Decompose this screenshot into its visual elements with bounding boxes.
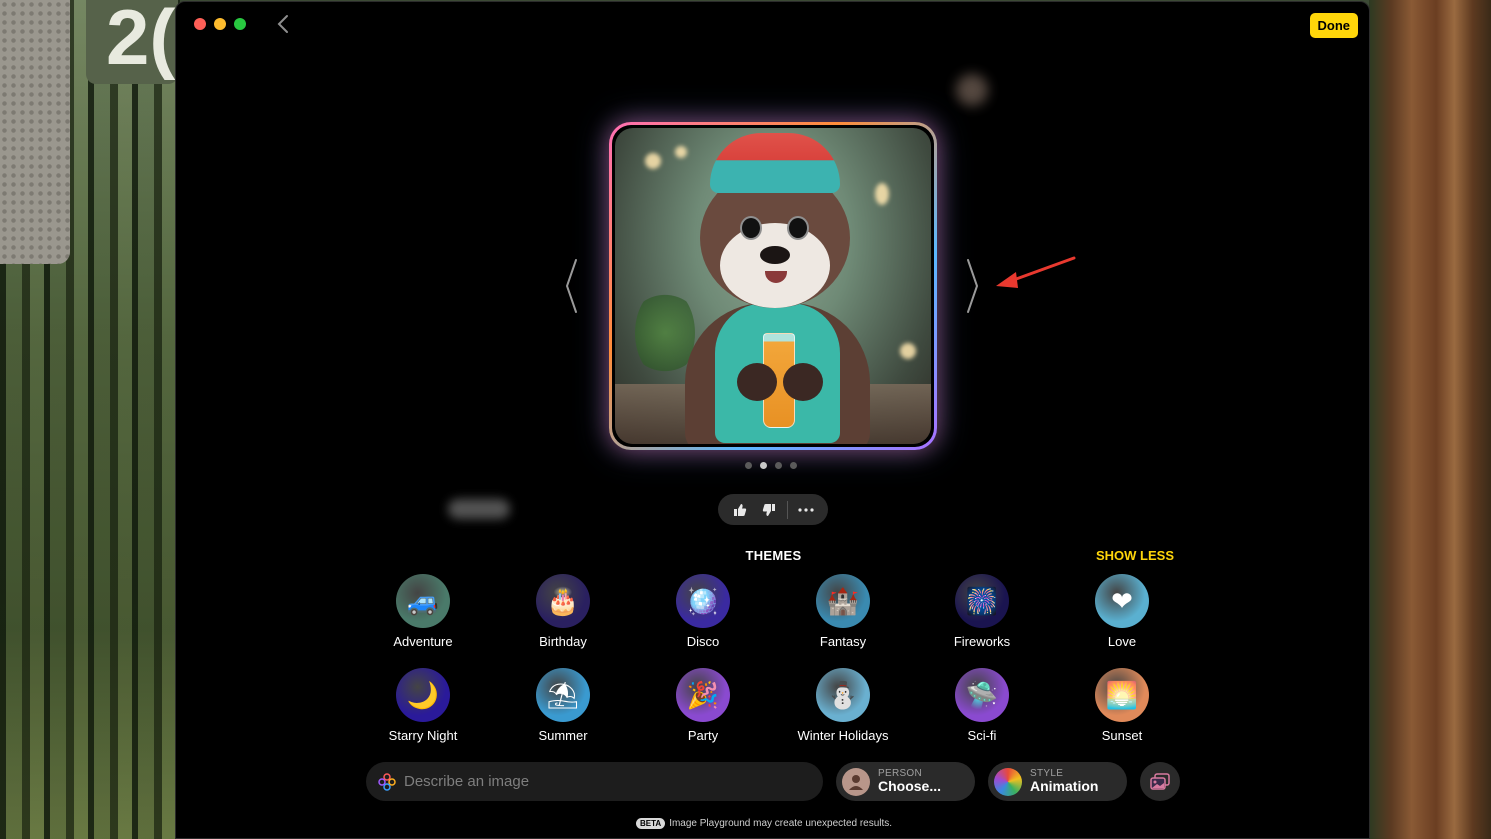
window-controls [194, 18, 246, 30]
theme-disco[interactable]: 🪩 Disco [648, 574, 758, 649]
ellipsis-icon [798, 507, 814, 512]
castle-icon: 🏰 [816, 574, 870, 628]
theme-starry-night[interactable]: 🌙 Starry Night [368, 668, 478, 743]
maximize-window-button[interactable] [234, 18, 246, 30]
themes-heading: THEMES [745, 548, 802, 563]
style-palette-icon [994, 767, 1022, 796]
theme-birthday[interactable]: 🎂 Birthday [508, 574, 618, 649]
blurred-background-element [956, 74, 988, 106]
disco-ball-icon: 🪩 [676, 574, 730, 628]
desktop-widget-photo [0, 0, 70, 264]
theme-label: Fantasy [819, 634, 867, 649]
theme-summer[interactable]: ⛱ Summer [508, 668, 618, 743]
theme-label: Fireworks [953, 634, 1011, 649]
done-button[interactable]: Done [1309, 13, 1358, 38]
person-avatar-icon [842, 767, 870, 796]
bokeh-light [675, 146, 687, 158]
thumbs-up-button[interactable] [726, 496, 754, 524]
theme-label: Starry Night [388, 728, 458, 743]
theme-label: Adventure [393, 634, 453, 649]
close-window-button[interactable] [194, 18, 206, 30]
forest-right [1369, 0, 1491, 839]
theme-label: Birthday [539, 634, 587, 649]
more-options-button[interactable] [792, 496, 820, 524]
blurred-background-element [448, 499, 510, 519]
theme-love[interactable]: ❤ Love [1067, 574, 1177, 649]
style-value: Animation [1030, 778, 1099, 795]
page-dot[interactable] [745, 462, 752, 469]
playground-sparkle-icon [378, 772, 396, 791]
back-button[interactable] [273, 14, 293, 36]
thumbs-down-icon [762, 503, 775, 516]
generated-image [615, 128, 931, 444]
bokeh-light [645, 153, 661, 169]
otter-eye [740, 216, 762, 240]
theme-sci-fi[interactable]: 🛸 Sci-fi [927, 668, 1037, 743]
generated-image-frame[interactable] [609, 122, 937, 450]
moon-stars-icon: 🌙 [396, 668, 450, 722]
bokeh-light [900, 343, 916, 359]
minimize-window-button[interactable] [214, 18, 226, 30]
theme-party[interactable]: 🎉 Party [648, 668, 758, 743]
chevron-left-icon [277, 15, 288, 33]
fireworks-icon: 🎆 [955, 574, 1009, 628]
thumbs-down-button[interactable] [754, 496, 782, 524]
add-image-button[interactable] [1140, 762, 1180, 801]
snowman-icon: ⛄ [816, 668, 870, 722]
otter-eye [787, 216, 809, 240]
theme-adventure[interactable]: 🚙 Adventure [368, 574, 478, 649]
annotation-arrow-icon [996, 256, 1076, 288]
otter-face [720, 223, 830, 308]
cake-icon: 🎂 [536, 574, 590, 628]
otter-nose [760, 246, 790, 264]
theme-label: Sci-fi [967, 728, 997, 743]
thumbs-up-icon [734, 503, 747, 516]
theme-label: Summer [538, 728, 588, 743]
beanie-hat [710, 133, 840, 193]
bokeh-light [875, 183, 889, 205]
disclaimer: BETA Image Playground may create unexpec… [636, 818, 892, 829]
page-indicator [745, 462, 797, 469]
theme-label: Disco [686, 634, 720, 649]
theme-fantasy[interactable]: 🏰 Fantasy [788, 574, 898, 649]
person-value: Choose... [878, 778, 942, 795]
jeep-icon: 🚙 [396, 574, 450, 628]
describe-image-field[interactable] [366, 762, 823, 801]
theme-label: Sunset [1101, 728, 1143, 743]
theme-label: Party [687, 728, 719, 743]
otter-paw [783, 363, 823, 401]
theme-label: Winter Holidays [797, 728, 889, 743]
otter-paw [737, 363, 777, 401]
person-picker-button[interactable]: PERSON Choose... [836, 762, 975, 801]
theme-sunset[interactable]: 🌅 Sunset [1067, 668, 1177, 743]
beach-umbrella-icon: ⛱ [536, 668, 590, 722]
image-playground-window: Done THEMES SHOW LESS 🚙 Adventure 🎂 Birt… [175, 1, 1370, 839]
chevron-right-icon [967, 259, 979, 313]
page-dot-active[interactable] [760, 462, 767, 469]
page-dot[interactable] [790, 462, 797, 469]
desktop-widget-text: 2( [106, 0, 176, 81]
desktop-widget-clock: 2( [86, 0, 178, 84]
theme-fireworks[interactable]: 🎆 Fireworks [927, 574, 1037, 649]
sunset-icon: 🌅 [1095, 668, 1149, 722]
ufo-icon: 🛸 [955, 668, 1009, 722]
page-dot[interactable] [775, 462, 782, 469]
chevron-left-icon [565, 259, 577, 313]
theme-winter-holidays[interactable]: ⛄ Winter Holidays [788, 668, 898, 743]
describe-image-input[interactable] [404, 773, 811, 790]
heart-icon: ❤ [1095, 574, 1149, 628]
theme-label: Love [1107, 634, 1137, 649]
disclaimer-text: Image Playground may create unexpected r… [669, 818, 893, 829]
next-image-button[interactable] [962, 256, 982, 316]
style-picker-button[interactable]: STYLE Animation [988, 762, 1127, 801]
party-popper-icon: 🎉 [676, 668, 730, 722]
show-less-button[interactable]: SHOW LESS [1096, 548, 1174, 563]
divider [786, 500, 788, 519]
previous-image-button[interactable] [562, 256, 582, 316]
photo-stack-icon [1150, 772, 1170, 790]
feedback-bar [718, 494, 828, 525]
beta-badge: BETA [636, 818, 666, 829]
